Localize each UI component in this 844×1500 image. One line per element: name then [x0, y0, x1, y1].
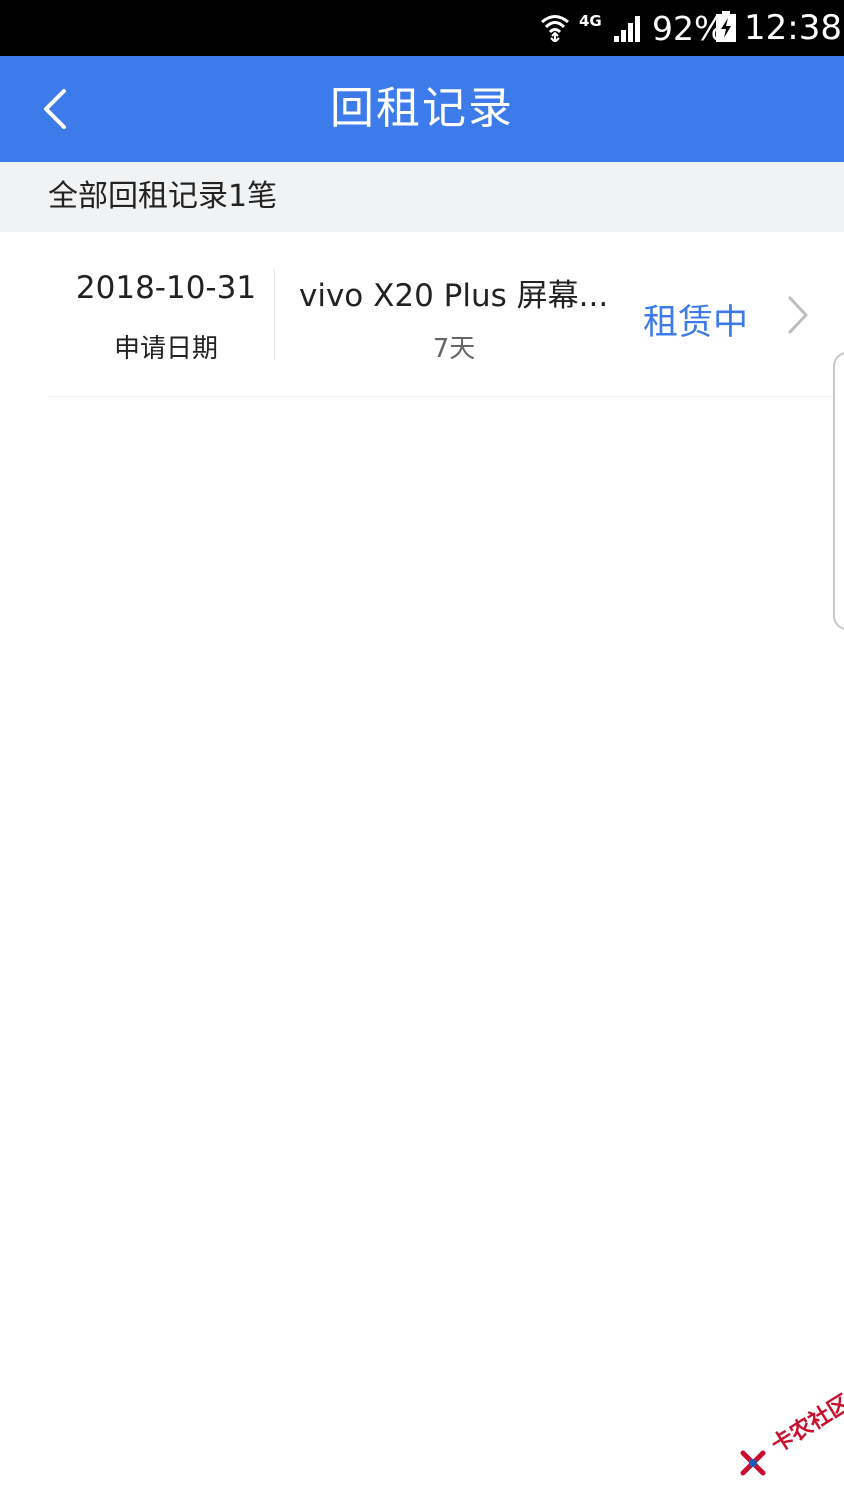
network-type: 4G: [579, 12, 602, 30]
watermark-text: 卡农社区: [767, 1390, 844, 1459]
column-divider: [274, 268, 275, 360]
edge-panel-handle[interactable]: [833, 352, 844, 630]
battery-charging-icon: [716, 11, 736, 42]
record-status: 租赁中: [643, 303, 749, 343]
record-product: vivo X20 Plus 屏幕...: [299, 278, 609, 314]
clock: 12:38: [744, 8, 842, 48]
record-duration: 7天: [432, 334, 476, 364]
header-bar: 回租记录: [0, 56, 844, 162]
chevron-right-icon: [788, 296, 808, 334]
record-date-label: 申请日期: [113, 334, 218, 364]
watermark-logo-icon: [740, 1450, 766, 1476]
wifi-icon: [541, 15, 569, 42]
watermark: 卡农社区: [740, 1390, 844, 1482]
signal-icon: [614, 16, 640, 42]
record-row[interactable]: 2018-10-31 申请日期 vivo X20 Plus 屏幕... 7天 租…: [48, 232, 834, 397]
summary-bar: 全部回租记录1笔: [0, 162, 844, 232]
screen: 4G 92% 12:38 回租记录 全部回租记录1笔 2018-10-31 申请…: [0, 0, 844, 1500]
record-count-text: 全部回租记录1笔: [48, 179, 278, 214]
page-title: 回租记录: [330, 83, 514, 134]
status-bar: 4G 92% 12:38: [0, 0, 844, 56]
record-date: 2018-10-31: [75, 270, 257, 306]
